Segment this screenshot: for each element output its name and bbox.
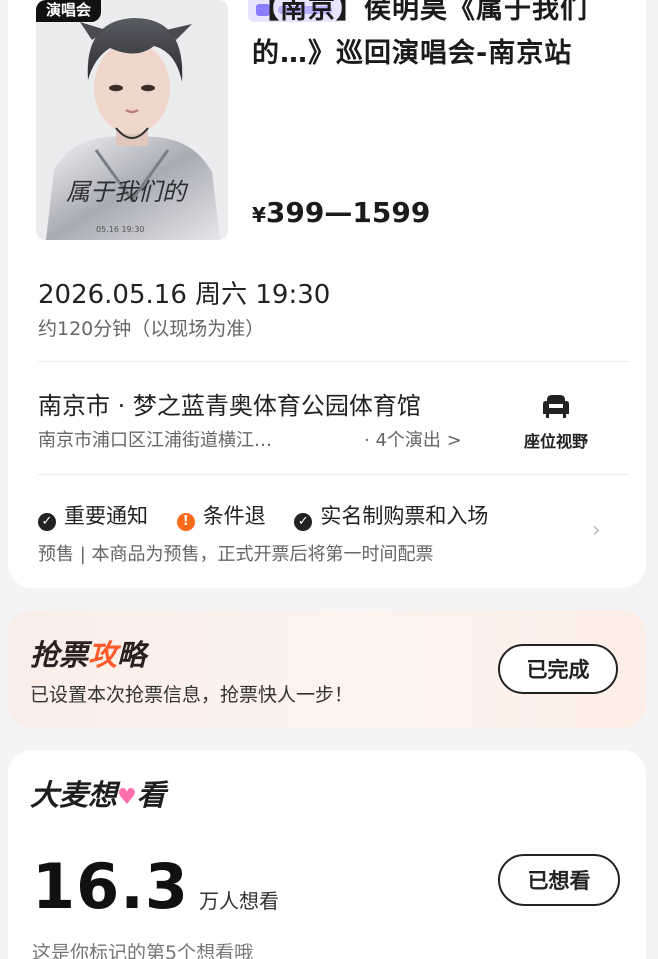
event-datetime: 2026.05.16 周六 19:30 <box>38 280 331 310</box>
event-info-card: 属于我们的 05.16 19:30 演唱会 【南京】侯明昊《属于我们的…》巡回演… <box>8 0 646 588</box>
want-title-part: 看 <box>136 778 166 812</box>
heart-icon: ♥ <box>117 785 137 810</box>
want-title-part: 大麦想 <box>30 778 118 812</box>
poster-date-text: 05.16 19:30 <box>96 225 145 234</box>
currency-symbol: ¥ <box>252 203 266 227</box>
notice-label: 条件退 <box>202 504 266 528</box>
venue-address[interactable]: 南京市浦口区江浦街道横江… <box>38 426 272 452</box>
section-divider <box>38 361 630 362</box>
want-title: 大麦想♥看 <box>30 772 166 814</box>
venue-name[interactable]: 南京市 · 梦之蓝青奥体育公园体育馆 <box>38 386 421 421</box>
chevron-right-icon[interactable]: › <box>592 518 601 543</box>
seat-view-button[interactable]: 座位视野 <box>516 394 596 452</box>
venue-show-count-link[interactable]: · 4个演出 > <box>364 426 462 452</box>
price-range: ¥399—1599 <box>252 196 430 229</box>
event-duration: 约120分钟（以现场为准） <box>38 318 265 340</box>
seat-view-label: 座位视野 <box>523 432 588 451</box>
want-note: 这是你标记的第5个想看哦 <box>32 942 254 959</box>
notice-refund: ! 条件退 <box>176 500 266 531</box>
notice-label: 重要通知 <box>64 504 148 528</box>
event-title: 【南京】侯明昊《属于我们的…》巡回演唱会-南京站 <box>252 0 588 69</box>
alert-circle-icon: ! <box>176 513 195 531</box>
armchair-icon <box>543 395 569 418</box>
event-detail-page: 属于我们的 05.16 19:30 演唱会 【南京】侯明昊《属于我们的…》巡回演… <box>0 0 658 959</box>
check-circle-icon: ✓ <box>38 513 56 531</box>
category-badge: 演唱会 <box>36 0 102 22</box>
notice-real-name: ✓ 实名制购票和入场 <box>294 500 488 531</box>
strategy-title: 抢票攻略 <box>30 632 146 674</box>
strategy-title-part: 抢票 <box>30 638 89 672</box>
strategy-title-part: 略 <box>117 638 147 672</box>
wanted-button[interactable]: 已想看 <box>498 854 620 906</box>
notice-presale-text: 预售 | 本商品为预售，正式开票后将第一时间配票 <box>38 544 434 565</box>
notice-row[interactable]: ✓ 重要通知 ! 条件退 ✓ 实名制购票和入场 <box>38 500 510 531</box>
poster-title-text: 属于我们的 <box>66 178 189 206</box>
want-count-unit: 万人想看 <box>198 889 279 913</box>
check-circle-icon: ✓ <box>294 513 313 531</box>
ticket-strategy-card: 抢票攻略 已设置本次抢票信息，抢票快人一步！ 已完成 <box>8 610 646 728</box>
strategy-subtitle: 已设置本次抢票信息，抢票快人一步！ <box>30 684 354 706</box>
section-divider <box>38 474 630 475</box>
want-count-number: 16.3 <box>32 850 189 923</box>
poster-artwork: 属于我们的 05.16 19:30 <box>36 0 228 240</box>
want-count: 16.3 万人想看 <box>32 850 279 923</box>
notice-label: 实名制购票和入场 <box>320 504 489 528</box>
strategy-title-accent: 攻 <box>88 638 118 672</box>
price-value: 399—1599 <box>265 196 431 229</box>
notice-important: ✓ 重要通知 <box>38 500 148 531</box>
want-to-see-card: 大麦想♥看 16.3 万人想看 已想看 这是你标记的第5个想看哦 <box>8 750 646 959</box>
strategy-done-button[interactable]: 已完成 <box>498 644 618 694</box>
event-poster[interactable]: 属于我们的 05.16 19:30 演唱会 <box>36 0 228 240</box>
